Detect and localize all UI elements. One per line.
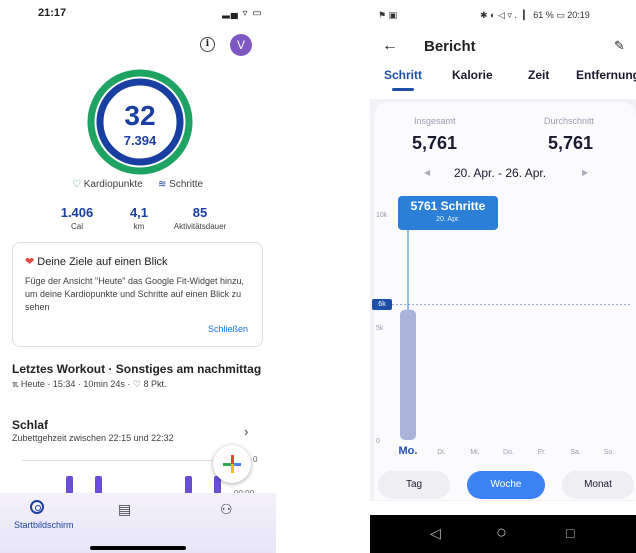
bottom-navigation: Startbildschirm ▤ ⚇ [0,493,276,553]
stat-move-minutes-label: Aktivitätsdauer [173,222,227,231]
y-tick-label: 10k [376,212,388,219]
walking-icon: ℼ [12,379,19,389]
goals-card-title: ❤ Deine Ziele auf einen Blick [25,255,168,268]
x-tick-label: Sa. [570,449,581,456]
legend-steps: ≋ Schritte [158,179,203,190]
stat-move-minutes-value: 85 [192,205,208,220]
sleep-subtitle: Zubettgehzeit zwischen 22:15 und 22:32 [12,433,174,443]
stat-calories-value: 1.406 [60,205,94,220]
heart-icon: ♡ [72,179,81,190]
info-icon[interactable]: i [200,37,215,52]
goals-card-title-text: Deine Ziele auf einen Blick [37,256,168,268]
y-tick-label: 0 [376,438,380,445]
tooltip-date: 20. Apr. [436,216,460,223]
steps-chart: 0 5k 10k Mo. Di. Mi. Do. Fr. Sa. So. [376,212,632,457]
last-workout-details: Heute · 15:34 · 10min 24s · ♡ 8 Pkt. [20,379,167,389]
plus-icon [231,455,234,473]
period-month-button[interactable]: Monat [562,471,634,499]
goals-card-body: Füge der Ansicht "Heute" das Google Fit-… [25,276,245,312]
goal-badge: 6k [372,299,392,310]
x-tick-label: So. [604,449,615,456]
tooltip-value: 5761 Schritte [410,199,486,213]
bar-mo [400,309,416,440]
x-tick-label: Mi. [470,449,479,456]
shoe-icon: ≋ [158,179,167,190]
profile-icon[interactable]: ⚇ [220,501,233,518]
nav-home-label[interactable]: Startbildschirm [14,520,74,530]
journal-icon[interactable]: ▤ [118,501,131,518]
legend-heart-points: ♡ Kardiopunkte [72,179,143,190]
step-report-screen: ⚑ ▣ ✱ ◐ ◁ ▿ .▕▏ 61 % ▭ 20:19 ← Bericht ✎… [370,0,636,553]
x-tick-label: Fr. [538,449,546,456]
goals-card: ❤ Deine Ziele auf einen Blick Füge der A… [12,242,263,347]
y-tick-label: 5k [376,325,384,332]
close-card-link[interactable]: Schließen [208,324,248,334]
legend-heart-label: Kardiopunkte [83,179,143,190]
status-time: 21:17 [38,7,67,19]
period-day-button[interactable]: Tag [378,471,450,499]
system-back-icon[interactable]: ◁ [430,525,441,542]
add-button[interactable] [213,445,251,483]
heart-points-value: 32 [124,100,156,131]
steps-value: 7.394 [123,133,157,148]
stat-distance-value: 4,1 [129,205,149,220]
home-indicator [90,546,186,550]
google-fit-screen: 21:17 ▂▄ ▿ ▭ i V 32 7.394 ♡ Kardiopunkte… [0,0,276,553]
system-recents-icon[interactable]: □ [566,525,574,541]
system-home-icon[interactable]: ○ [496,522,507,543]
system-navigation-bar: ◁ ○ □ [370,515,636,553]
legend-steps-label: Schritte [169,179,204,190]
stat-calories-label: Cal [70,222,83,231]
x-tick-label: Di. [437,449,446,456]
sleep-title[interactable]: Schlaf [12,418,48,432]
sleep-tick-top: 0 [253,455,258,464]
status-icons: ▂▄ ▿ ▭ [222,8,263,19]
home-icon[interactable] [30,500,44,514]
avatar[interactable]: V [230,34,252,56]
stat-distance-label: km [133,222,145,231]
x-tick-label: Mo. [399,445,418,457]
period-week-button[interactable]: Woche [467,471,545,499]
x-tick-label: Do. [503,449,514,456]
bar-tooltip: 5761 Schritte 20. Apr. [398,196,498,230]
last-workout-title[interactable]: Letztes Workout · Sonstiges am nachmitta… [12,362,261,376]
chevron-right-icon[interactable]: › [244,424,248,439]
last-workout-subtitle: ℼ Heute · 15:34 · 10min 24s · ♡ 8 Pkt. [12,379,166,390]
fit-heart-icon: ❤ [25,256,35,268]
